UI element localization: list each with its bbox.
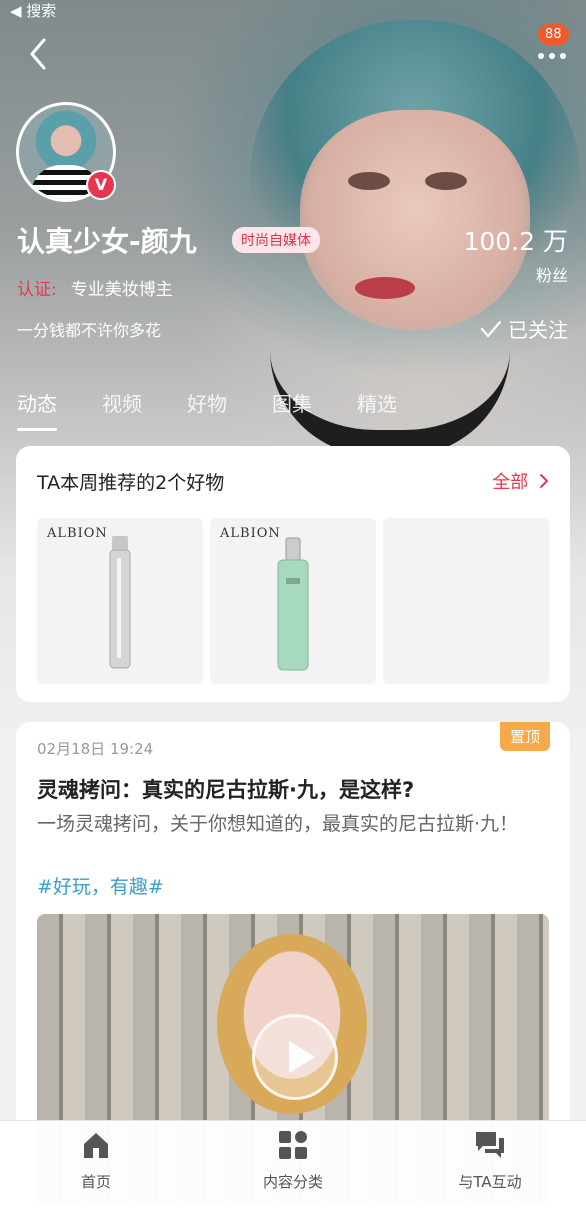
verified-icon: V xyxy=(86,170,116,200)
check-icon xyxy=(480,320,502,338)
tab-featured[interactable]: 精选 xyxy=(357,388,397,417)
grid-icon xyxy=(279,1131,307,1159)
certification: 认证: 专业美妆博主 xyxy=(17,275,173,300)
post-hashtag[interactable]: #好玩，有趣# xyxy=(37,872,164,899)
status-back-to-search[interactable]: ◀ 搜索 xyxy=(10,0,56,21)
post-date: 02月18日 19:24 xyxy=(37,740,154,758)
chat-icon xyxy=(476,1132,504,1158)
profile-name: 认真少女-颜九 xyxy=(17,225,197,258)
goods-all-label: 全部 xyxy=(492,472,529,493)
nav-interact[interactable]: 与TA互动 xyxy=(420,1129,560,1192)
profile-motto: 一分钱都不许你多花 xyxy=(17,321,162,340)
profile-tabs: 动态 视频 好物 图集 精选 xyxy=(17,388,442,431)
follow-label: 已关注 xyxy=(508,318,568,342)
chevron-right-icon xyxy=(540,474,548,488)
goods-all-link[interactable]: 全部 xyxy=(492,468,550,494)
cover-eye-left xyxy=(348,172,390,190)
cert-label: 认证: xyxy=(17,280,57,300)
cover-eye-right xyxy=(425,172,467,190)
tab-video[interactable]: 视频 xyxy=(102,388,142,417)
nav-categories-label: 内容分类 xyxy=(262,1173,323,1191)
product-item[interactable]: ALBION xyxy=(210,518,376,684)
home-icon xyxy=(84,1133,108,1158)
post-title[interactable]: 灵魂拷问：真实的尼古拉斯·九，是这样? xyxy=(37,774,414,804)
product-image-bottle xyxy=(277,537,309,671)
recommended-goods-card: TA本周推荐的2个好物 全部 ALBION ALBION xyxy=(16,446,570,702)
back-button[interactable] xyxy=(20,34,60,74)
tab-goods[interactable]: 好物 xyxy=(187,388,227,417)
notification-badge: 88 xyxy=(538,24,569,45)
goods-title: TA本周推荐的2个好物 xyxy=(37,472,225,494)
fans-label: 粉丝 xyxy=(535,266,568,285)
pinned-badge: 置顶 xyxy=(499,722,550,751)
cert-text: 专业美妆博主 xyxy=(70,280,173,300)
tab-dynamic[interactable]: 动态 xyxy=(17,388,57,431)
chevron-left-icon xyxy=(30,38,46,70)
bottom-nav: 首页 内容分类 与TA互动 xyxy=(0,1120,586,1211)
post-description: 一场灵魂拷问，关于你想知道的，最真实的尼古拉斯·九！ xyxy=(37,813,519,835)
follow-button[interactable]: 已关注 xyxy=(480,314,568,343)
cover-face xyxy=(300,110,530,330)
cover-lips xyxy=(355,277,415,299)
nav-home[interactable]: 首页 xyxy=(26,1129,166,1192)
product-placeholder xyxy=(383,518,549,684)
nav-interact-label: 与TA互动 xyxy=(458,1173,522,1191)
tab-gallery[interactable]: 图集 xyxy=(272,388,312,417)
product-image-pen xyxy=(109,536,131,669)
fans-count[interactable]: 100.2 万 粉丝 xyxy=(463,222,568,286)
play-icon[interactable] xyxy=(252,1014,338,1100)
nav-home-label: 首页 xyxy=(80,1173,111,1191)
category-tag: 时尚自媒体 xyxy=(232,227,320,253)
product-item[interactable]: ALBION xyxy=(37,518,203,684)
fans-number: 100.2 万 xyxy=(463,227,568,256)
nav-categories[interactable]: 内容分类 xyxy=(223,1129,363,1192)
